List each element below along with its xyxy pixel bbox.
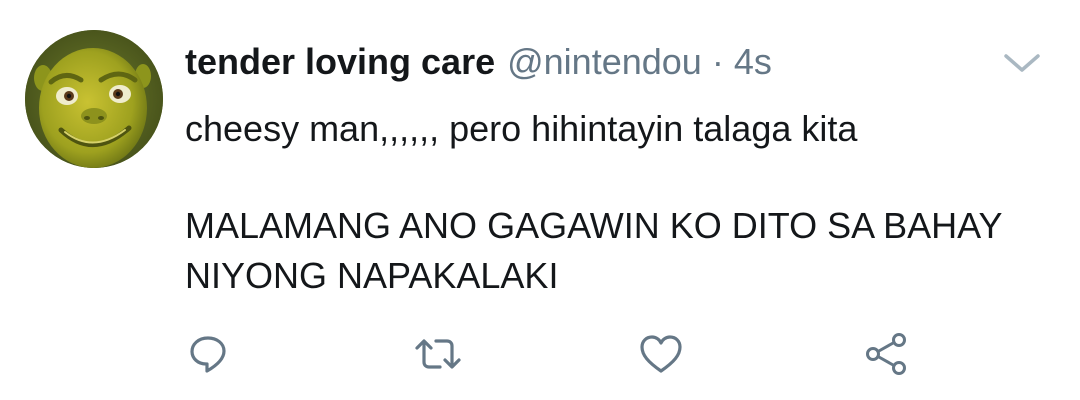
timestamp[interactable]: 4s xyxy=(734,41,772,83)
retweet-icon xyxy=(415,339,461,369)
tweet-menu-button[interactable] xyxy=(1000,46,1044,80)
retweet-button[interactable] xyxy=(408,326,468,382)
tweet-text-line: cheesy man,,,,,, pero hihintayin talaga … xyxy=(185,108,858,149)
reply-icon xyxy=(190,336,226,373)
tweet-text-line: MALAMANG ANO GAGAWIN KO DITO SA BAHAY xyxy=(185,205,1003,246)
user-handle[interactable]: @nintendou xyxy=(507,41,702,83)
shrek-avatar-image xyxy=(25,30,163,168)
tweet-text-line: NIYONG NAPAKALAKI xyxy=(185,255,559,296)
tweet-actions xyxy=(0,326,1080,382)
separator-dot: · xyxy=(711,41,724,82)
display-name[interactable]: tender loving care xyxy=(185,41,495,83)
share-icon xyxy=(866,333,906,375)
avatar[interactable] xyxy=(25,30,163,168)
heart-icon xyxy=(640,335,682,373)
like-button[interactable] xyxy=(631,326,691,382)
tweet-text: cheesy man,,,,,, pero hihintayin talaga … xyxy=(185,104,1065,301)
reply-button[interactable] xyxy=(178,326,238,382)
tweet-header: tender loving care @nintendou · 4s xyxy=(185,38,772,86)
tweet[interactable]: tender loving care @nintendou · 4s chees… xyxy=(0,0,1080,400)
chevron-down-icon xyxy=(1004,54,1040,72)
share-button[interactable] xyxy=(856,326,916,382)
